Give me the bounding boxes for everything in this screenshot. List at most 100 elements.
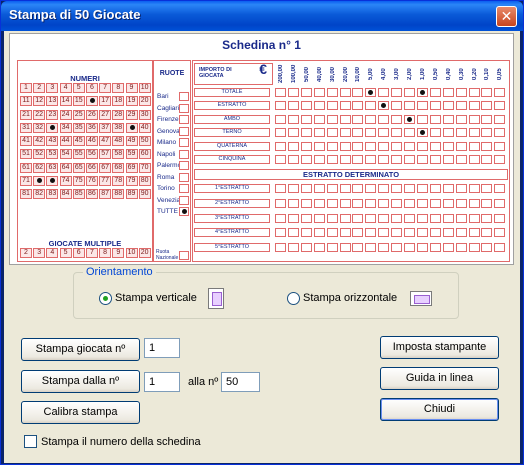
- amount-cell[interactable]: [352, 155, 364, 164]
- amount-cell[interactable]: [300, 141, 312, 151]
- number-cell[interactable]: 86: [85, 189, 98, 200]
- ruota-nazionale-box[interactable]: [179, 251, 189, 260]
- number-cell[interactable]: 9: [125, 83, 138, 93]
- estratto-cell[interactable]: [287, 213, 299, 223]
- amount-cell[interactable]: [468, 88, 480, 97]
- title-bar[interactable]: Stampa di 50 Giocate ✕: [1, 1, 523, 31]
- amount-cell[interactable]: [468, 141, 480, 151]
- number-cell[interactable]: 52: [33, 149, 46, 160]
- estratto-cell[interactable]: [391, 198, 403, 208]
- amount-cell[interactable]: [429, 101, 441, 111]
- amount-cell[interactable]: [339, 128, 351, 138]
- estratto-cell[interactable]: [352, 213, 364, 223]
- number-cell[interactable]: 41: [20, 136, 32, 147]
- estratto-cell[interactable]: [378, 213, 390, 223]
- number-cell[interactable]: 87: [99, 189, 112, 200]
- amount-cell[interactable]: [313, 128, 325, 138]
- estratto-cell[interactable]: [300, 198, 312, 208]
- number-cell[interactable]: 71: [20, 176, 32, 187]
- amount-cell[interactable]: [416, 88, 428, 97]
- amount-cell[interactable]: [455, 155, 467, 164]
- amount-cell[interactable]: [455, 141, 467, 151]
- amount-cell[interactable]: [365, 128, 377, 138]
- number-cell[interactable]: 25: [72, 109, 85, 120]
- amount-cell[interactable]: [429, 155, 441, 164]
- amount-cell[interactable]: [339, 101, 351, 111]
- calibra-stampa-button[interactable]: Calibra stampa: [21, 401, 140, 424]
- amount-cell[interactable]: [494, 155, 506, 164]
- number-cell[interactable]: [46, 122, 59, 133]
- amount-cell[interactable]: [326, 141, 338, 151]
- estratto-cell[interactable]: [326, 198, 338, 208]
- amount-cell[interactable]: [494, 101, 506, 111]
- amount-cell[interactable]: [339, 88, 351, 97]
- amount-cell[interactable]: [326, 155, 338, 164]
- estratto-cell[interactable]: [481, 243, 493, 253]
- stampa-numero-label[interactable]: Stampa il numero della schedina: [41, 436, 201, 448]
- multiple-cell[interactable]: 9: [112, 248, 125, 258]
- number-cell[interactable]: 35: [72, 122, 85, 133]
- estratto-cell[interactable]: [494, 243, 506, 253]
- estratto-cell[interactable]: [494, 198, 506, 208]
- estratto-cell[interactable]: [481, 228, 493, 238]
- amount-cell[interactable]: [313, 141, 325, 151]
- amount-cell[interactable]: [455, 88, 467, 97]
- wheel-box[interactable]: [179, 195, 189, 205]
- number-cell[interactable]: 78: [112, 176, 125, 187]
- amount-cell[interactable]: [391, 101, 403, 111]
- amount-cell[interactable]: [404, 114, 415, 124]
- estratto-cell[interactable]: [404, 243, 415, 253]
- multiple-cell[interactable]: 20: [138, 248, 151, 258]
- amount-cell[interactable]: [300, 88, 312, 97]
- number-cell[interactable]: 21: [20, 109, 32, 120]
- estratto-cell[interactable]: [391, 184, 403, 193]
- number-cell[interactable]: 67: [99, 162, 112, 173]
- amount-cell[interactable]: [352, 114, 364, 124]
- wheel-box[interactable]: [179, 172, 189, 182]
- number-cell[interactable]: 77: [99, 176, 112, 187]
- estratto-cell[interactable]: [429, 213, 441, 223]
- amount-cell[interactable]: [494, 128, 506, 138]
- estratto-cell[interactable]: [287, 198, 299, 208]
- number-cell[interactable]: 79: [125, 176, 138, 187]
- number-cell[interactable]: 5: [72, 83, 85, 93]
- number-cell[interactable]: 6: [85, 83, 98, 93]
- amount-cell[interactable]: [429, 141, 441, 151]
- amount-cell[interactable]: [404, 101, 415, 111]
- estratto-cell[interactable]: [275, 198, 286, 208]
- amount-cell[interactable]: [275, 88, 286, 97]
- estratto-cell[interactable]: [442, 198, 454, 208]
- estratto-cell[interactable]: [416, 243, 428, 253]
- number-cell[interactable]: 23: [46, 109, 59, 120]
- amount-cell[interactable]: [416, 114, 428, 124]
- amount-cell[interactable]: [481, 114, 493, 124]
- number-cell[interactable]: 44: [59, 136, 72, 147]
- estratto-cell[interactable]: [494, 228, 506, 238]
- number-cell[interactable]: 75: [72, 176, 85, 187]
- number-cell[interactable]: 27: [99, 109, 112, 120]
- amount-cell[interactable]: [494, 114, 506, 124]
- estratto-cell[interactable]: [287, 228, 299, 238]
- amount-cell[interactable]: [326, 101, 338, 111]
- estratto-cell[interactable]: [287, 243, 299, 253]
- wheel-box[interactable]: [179, 92, 189, 101]
- amount-cell[interactable]: [275, 141, 286, 151]
- estratto-cell[interactable]: [313, 243, 325, 253]
- number-cell[interactable]: 1: [20, 83, 32, 93]
- estratto-cell[interactable]: [300, 228, 312, 238]
- estratto-cell[interactable]: [352, 198, 364, 208]
- number-cell[interactable]: 65: [72, 162, 85, 173]
- number-cell[interactable]: 58: [112, 149, 125, 160]
- number-cell[interactable]: 46: [85, 136, 98, 147]
- estratto-cell[interactable]: [404, 213, 415, 223]
- amount-cell[interactable]: [339, 114, 351, 124]
- estratto-cell[interactable]: [275, 213, 286, 223]
- amount-cell[interactable]: [481, 141, 493, 151]
- number-cell[interactable]: 84: [59, 189, 72, 200]
- number-cell[interactable]: 88: [112, 189, 125, 200]
- estratto-cell[interactable]: [468, 198, 480, 208]
- amount-cell[interactable]: [481, 155, 493, 164]
- estratto-cell[interactable]: [416, 198, 428, 208]
- estratto-cell[interactable]: [442, 213, 454, 223]
- amount-cell[interactable]: [378, 155, 390, 164]
